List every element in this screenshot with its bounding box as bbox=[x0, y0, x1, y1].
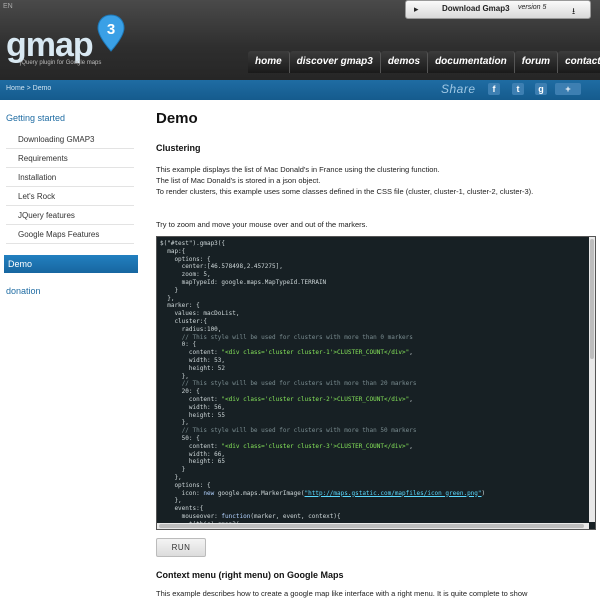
breadcrumb[interactable]: Home > Demo bbox=[6, 85, 51, 92]
share-label: Share bbox=[441, 82, 476, 96]
scrollbar-thumb[interactable] bbox=[159, 524, 584, 528]
sidebar-item-label: Google Maps Features bbox=[18, 230, 100, 239]
nav-forum[interactable]: forum bbox=[514, 51, 559, 73]
vertical-scrollbar[interactable] bbox=[589, 237, 595, 522]
code-editor[interactable]: $("#test").gmap3({ map:{ options: { cent… bbox=[156, 236, 596, 530]
share-more-icon[interactable]: + bbox=[555, 83, 581, 95]
language-switch[interactable]: EN bbox=[3, 3, 13, 10]
sidebar-donation[interactable]: donation bbox=[6, 286, 41, 296]
sidebar-item-demo[interactable]: Demo bbox=[4, 255, 138, 273]
sidebar-getting-started[interactable]: Getting started bbox=[6, 113, 65, 123]
sidebar-item-label: Requirements bbox=[18, 154, 68, 163]
description-line-2: The list of Mac Donald's is stored in a … bbox=[156, 176, 321, 185]
sidebar-item-installation[interactable]: Installation bbox=[6, 168, 134, 187]
description-line-3: To render clusters, this example uses so… bbox=[156, 187, 534, 196]
sidebar-item-jquery-features[interactable]: JQuery features bbox=[6, 206, 134, 225]
arrow-right-icon: ▸ bbox=[414, 4, 419, 14]
section-title-context-menu: Context menu (right menu) on Google Maps bbox=[156, 570, 344, 580]
logo-badge: 3 bbox=[107, 21, 115, 38]
main-nav: home discover gmap3 demos documentation … bbox=[248, 51, 600, 73]
nav-documentation[interactable]: documentation bbox=[428, 51, 515, 73]
google-icon[interactable]: g bbox=[535, 83, 547, 95]
sidebar-item-label: Let's Rock bbox=[18, 192, 56, 201]
sidebar-item-requirements[interactable]: Requirements bbox=[6, 149, 134, 168]
sidebar-item-downloading[interactable]: Downloading GMAP3 bbox=[6, 130, 134, 149]
nav-demos[interactable]: demos bbox=[380, 51, 429, 73]
section-title-clustering: Clustering bbox=[156, 143, 201, 153]
sidebar-item-google-maps-features[interactable]: Google Maps Features bbox=[6, 225, 134, 244]
map-pin-icon: 3 bbox=[97, 14, 125, 52]
scrollbar-thumb[interactable] bbox=[590, 239, 594, 359]
twitter-icon[interactable]: t bbox=[512, 83, 524, 95]
run-button[interactable]: RUN bbox=[156, 538, 206, 557]
description-line-1: This example displays the list of Mac Do… bbox=[156, 165, 440, 174]
description-line-4: Try to zoom and move your mouse over and… bbox=[156, 220, 368, 229]
sidebar-item-label: Installation bbox=[18, 173, 57, 182]
download-button[interactable]: ▸ Download Gmap3 version 5 ⭳ bbox=[405, 0, 591, 19]
sidebar-item-label: Downloading GMAP3 bbox=[18, 135, 95, 144]
download-icon: ⭳ bbox=[572, 6, 576, 16]
facebook-icon[interactable]: f bbox=[488, 83, 500, 95]
page-title: Demo bbox=[156, 110, 198, 127]
code-listing[interactable]: $("#test").gmap3({ map:{ options: { cent… bbox=[157, 237, 595, 528]
nav-home[interactable]: home bbox=[248, 51, 290, 73]
nav-discover[interactable]: discover gmap3 bbox=[289, 51, 381, 73]
sidebar-item-label: JQuery features bbox=[18, 211, 75, 220]
download-version: version 5 bbox=[518, 4, 547, 11]
sidebar-item-lets-rock[interactable]: Let's Rock bbox=[6, 187, 134, 206]
horizontal-scrollbar[interactable] bbox=[157, 523, 589, 529]
breadcrumb-bar: Home > Demo Share f t g + bbox=[0, 80, 600, 100]
nav-contact[interactable]: contact bbox=[558, 51, 600, 73]
site-header: EN gmap 3 jQuery plugin for Google maps … bbox=[0, 0, 600, 80]
logo-tagline: jQuery plugin for Google maps bbox=[20, 60, 102, 66]
sidebar-item-label: Demo bbox=[8, 259, 33, 269]
download-label: Download Gmap3 bbox=[442, 4, 510, 13]
context-menu-description: This example describes how to create a g… bbox=[156, 589, 528, 598]
